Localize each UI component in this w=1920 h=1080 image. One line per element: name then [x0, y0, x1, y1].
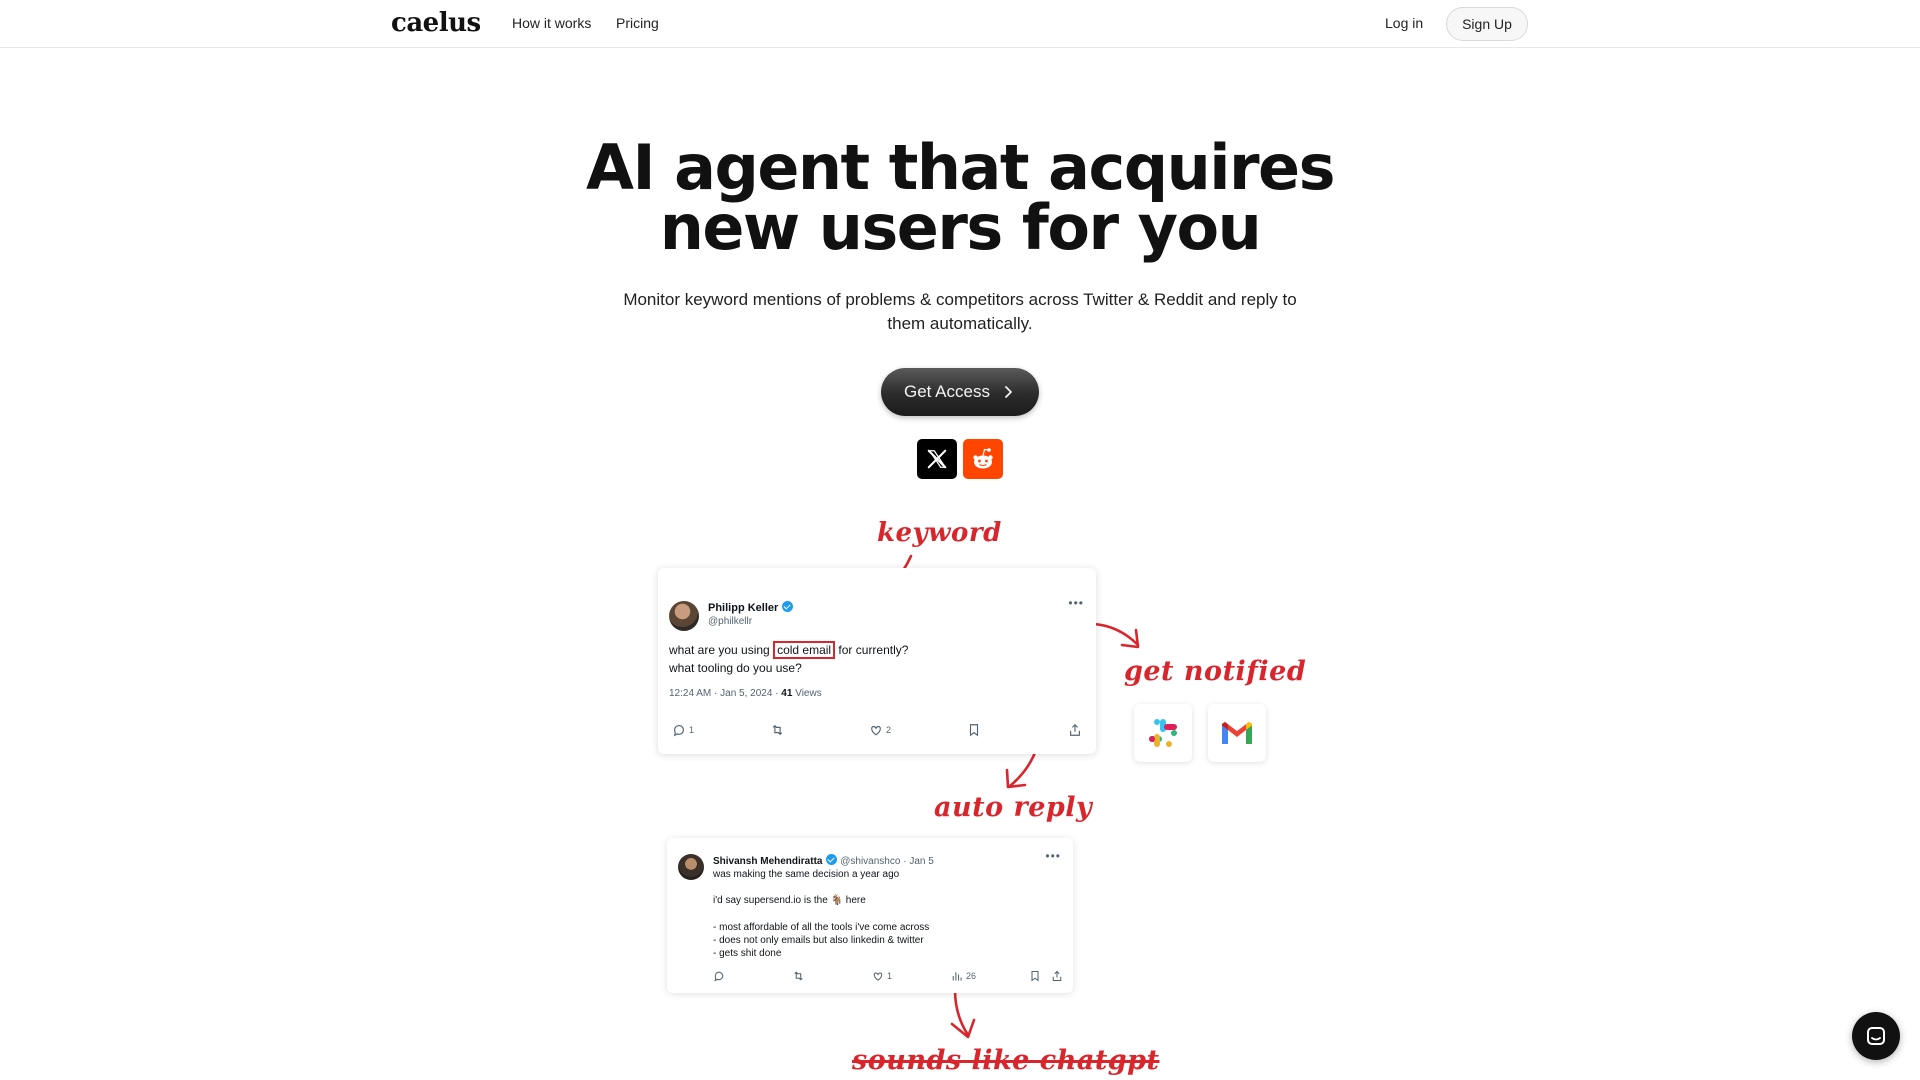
share-action — [1051, 970, 1063, 982]
get-access-button[interactable]: Get Access — [881, 368, 1039, 416]
reply-author: Shivansh Mehendiratta @shivanshco · Jan … — [713, 854, 934, 867]
share-icon — [1070, 723, 1080, 736]
chevron-right-icon — [1005, 386, 1012, 398]
more-options-icon: ••• — [1068, 596, 1084, 610]
reply-text-line: - does not only emails but also linkedin… — [713, 935, 924, 946]
heart-icon — [871, 725, 881, 736]
tweet-card-original: Philipp Keller @philkellr ••• what are y… — [658, 568, 1096, 754]
annotation-keyword: keyword — [877, 518, 1002, 548]
tweet-meta: 12:24 AM · Jan 5, 2024 · 41 Views — [669, 688, 822, 699]
share-icon — [1052, 970, 1062, 982]
heart-icon — [873, 972, 883, 981]
verified-badge-icon — [826, 854, 838, 865]
login-link[interactable]: Log in — [1385, 15, 1423, 31]
annotation-get-notified: get notified — [1124, 656, 1307, 687]
nav-pricing[interactable]: Pricing — [616, 15, 659, 31]
verified-badge-icon — [782, 601, 794, 612]
reply-text-line: - most affordable of all the tools i've … — [713, 922, 930, 933]
reply-action: 1 — [672, 723, 694, 737]
retweet-action — [792, 970, 805, 982]
annotation-sounds-like-chatgpt: sounds like chatgpt — [852, 1045, 1160, 1076]
bookmark-icon — [969, 724, 979, 737]
avatar — [678, 854, 704, 880]
bookmark-action — [968, 723, 980, 737]
more-options-icon: ••• — [1045, 849, 1061, 863]
logo[interactable]: caelus — [391, 8, 481, 38]
tweet-actions: 1 2 — [672, 723, 1086, 739]
bookmark-action — [1030, 970, 1040, 982]
get-access-label: Get Access — [904, 382, 990, 401]
reply-text-line: - gets shit done — [713, 948, 782, 959]
nav-how-it-works[interactable]: How it works — [512, 15, 591, 31]
retweet-icon — [794, 971, 803, 981]
x-logo-icon — [917, 439, 957, 479]
reply-icon — [714, 971, 724, 982]
bookmark-icon — [1031, 970, 1039, 982]
signup-button[interactable]: Sign Up — [1446, 7, 1528, 41]
views-chart-icon — [952, 972, 962, 981]
chat-launcher-button[interactable] — [1852, 1012, 1900, 1060]
avatar — [669, 601, 699, 631]
like-action: 2 — [869, 723, 891, 737]
chat-icon — [1867, 1027, 1885, 1045]
reply-text-line: was making the same decision a year ago — [713, 869, 900, 880]
retweet-action — [770, 723, 785, 737]
tweet-card-reply: Shivansh Mehendiratta @shivanshco · Jan … — [667, 838, 1073, 993]
hero-subtitle: Monitor keyword mentions of problems & c… — [623, 290, 1297, 333]
annotation-auto-reply: auto reply — [934, 792, 1093, 823]
tweet-author-handle: @philkellr — [708, 616, 753, 627]
hero-title-line2: new users for you — [659, 191, 1262, 264]
tweet-text: what are you using cold email for curren… — [669, 641, 909, 675]
share-action — [1068, 723, 1082, 737]
views-action: 26 — [951, 970, 976, 982]
reply-action — [713, 970, 725, 982]
retweet-icon — [772, 724, 783, 736]
site-header: caelus How it works Pricing Log in Sign … — [0, 0, 1920, 48]
hero-title: AI agent that acquires new users for you — [0, 137, 1920, 259]
reply-text-line: i'd say supersend.io is the 🐐 here — [713, 895, 866, 906]
gmail-icon — [1208, 704, 1266, 762]
like-action: 1 — [872, 970, 892, 982]
highlighted-keyword: cold email — [773, 641, 836, 659]
reddit-logo-icon — [963, 439, 1003, 479]
slack-icon — [1134, 704, 1192, 762]
tweet-actions: 1 26 — [713, 970, 1063, 984]
tweet-author-name: Philipp Keller — [708, 601, 794, 614]
reply-icon — [673, 724, 684, 737]
